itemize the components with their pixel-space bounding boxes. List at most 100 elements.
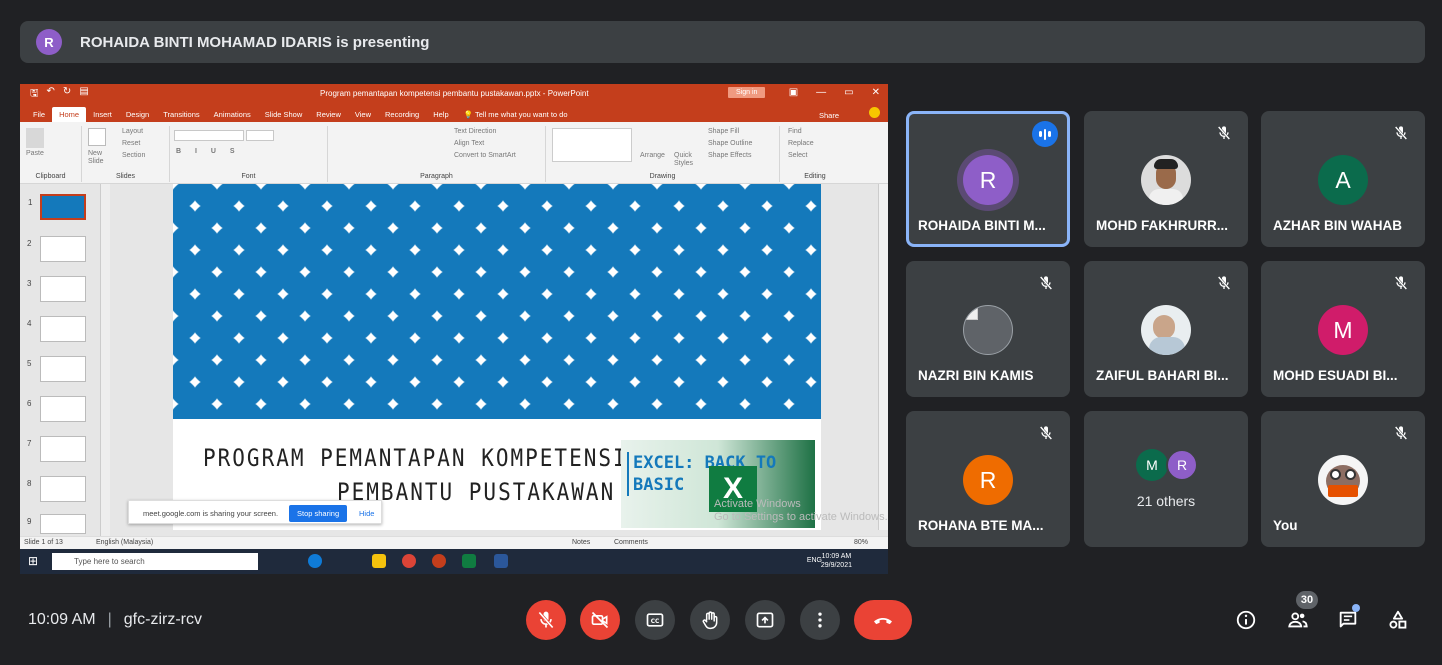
ppt-ribbon-tabs: File Home Insert Design Transitions Anim… [20,105,888,122]
edge-icon [308,554,322,568]
feedback-smile-icon [869,107,880,118]
hide-button: Hide [359,509,375,518]
group-label: Font [241,173,256,180]
word-icon [494,554,508,568]
slide-thumb: 3 [27,276,86,302]
ppt-tab: Slide Show [264,110,303,119]
slide-thumb: 6 [27,396,86,422]
font-size-box [246,130,274,141]
select-label: Select [788,152,808,159]
notes-toggle: Notes [572,539,591,546]
ppt-tab: View [354,110,371,119]
slide-count: Slide 1 of 13 [24,539,63,546]
slide-thumb: 2 [27,236,86,262]
undo-icon: ↶ [46,86,55,97]
divider: | [107,611,112,628]
thumb-scrollbar [100,184,110,536]
convert-smartart-label: Convert to SmartArt [454,152,516,159]
stop-sharing-button: Stop sharing [289,505,348,522]
ribbon-group-slides: New Slide Layout Reset Section Slides [82,126,170,182]
participant-name: AZHAR BIN WAHAB [1273,218,1402,233]
input-language: ENG [806,557,822,564]
owl-avatar-icon [1318,455,1368,505]
participant-photo [1141,305,1191,355]
present-screen-icon [756,612,774,628]
leave-call-button[interactable] [854,600,912,640]
activities-icon [1389,610,1407,629]
ppt-window-title: Program pemantapan kompetensi pembantu p… [320,89,589,98]
people-button[interactable] [1284,606,1312,634]
shapes-gallery [552,128,632,162]
captions-button[interactable]: CC [635,600,675,640]
slide-thumb: 9 [27,514,86,534]
avatar: R [1166,449,1198,481]
minimize-icon: — [816,87,827,98]
avatar: M [1318,305,1368,355]
svg-text:CC: CC [651,619,660,625]
share-label: Share [818,111,839,120]
presenting-banner: R ROHAIDA BINTI MOHAMAD IDARIS is presen… [20,21,1425,63]
chrome-icon [402,554,416,568]
participant-tile[interactable]: ZAIFUL BAHARI BI... [1084,261,1248,397]
participant-tile[interactable]: R ROHAIDA BINTI M... [906,111,1070,247]
participant-tile[interactable]: A AZHAR BIN WAHAB [1261,111,1425,247]
presenter-avatar: R [36,29,62,55]
comments-toggle: Comments [614,539,648,546]
participant-tile[interactable]: MOHD FAKHRURR... [1084,111,1248,247]
avatar: R [963,155,1013,205]
participant-tile[interactable]: R ROHANA BTE MA... [906,411,1070,547]
participant-photo [1141,155,1191,205]
meet-window: R ROHAIDA BINTI MOHAMAD IDARIS is presen… [0,0,1442,665]
people-icon [1288,612,1308,628]
avatar: M [1136,449,1168,481]
ppt-share: Share [812,108,846,123]
slide-pattern-offset [173,184,821,419]
activities-button[interactable] [1384,606,1412,634]
participant-name: ROHANA BTE MA... [918,518,1044,533]
taskbar-date: 29/9/2021 [820,562,852,569]
ribbon-group-drawing: Arrange Quick Styles Shape Fill Shape Ou… [546,126,780,182]
speaking-indicator-icon [1032,121,1058,147]
presenting-text: ROHAIDA BINTI MOHAMAD IDARIS is presenti… [80,33,430,51]
ppt-tab: File [33,110,46,119]
participant-tile[interactable]: M MOHD ESUADI BI... [1261,261,1425,397]
zoom-level: 80% [854,539,869,546]
group-label: Clipboard [35,173,66,180]
more-options-button[interactable] [800,600,840,640]
text-direction-label: Text Direction [454,128,497,135]
meeting-code: gfc-zirz-rcv [123,611,202,628]
redo-icon: ↻ [62,86,72,97]
participant-tile[interactable]: NAZRI BIN KAMIS [906,261,1070,397]
activate-line2: Go to Settings to activate Windows. [714,511,888,523]
camera-toggle-button[interactable] [580,600,620,640]
ribbon-group-font: B I U S Font [170,126,328,182]
slide-thumb: 1 [28,194,86,220]
mic-toggle-button[interactable] [526,600,566,640]
raise-hand-button[interactable] [690,600,730,640]
quick-styles-label: Quick Styles [674,152,694,167]
self-tile[interactable]: You [1261,411,1425,547]
chat-notification-dot [1352,604,1360,612]
taskbar-search: Type here to search [52,553,258,570]
hand-icon [702,611,718,630]
activate-windows-watermark: Activate Windows Go to Settings to activ… [714,498,888,524]
info-icon [1236,610,1256,630]
chat-icon [1339,611,1357,628]
present-now-button[interactable] [745,600,785,640]
ribbon-group-clipboard: Paste Clipboard [20,126,82,182]
sharing-notice: meet.google.com is sharing your screen. … [128,500,382,524]
ribbon-display-icon: ▣ [788,87,799,98]
mic-off-icon [1389,121,1413,145]
others-tile[interactable]: M R 21 others [1084,411,1248,547]
participant-name: MOHD FAKHRURR... [1096,218,1228,233]
excel-taskbar-icon [462,554,476,568]
meeting-details-button[interactable] [1232,606,1260,634]
window-controls: ▣ — ▭ ✕ [789,87,880,98]
shape-effects-label: Shape Effects [708,152,752,159]
ppt-tab: Animations [213,110,251,119]
avatar: A [1318,155,1368,205]
group-label: Editing [804,173,826,180]
group-label: Paragraph [420,173,453,180]
ppt-tab: Review [316,110,341,119]
lightbulb-icon: 💡 [463,110,473,119]
